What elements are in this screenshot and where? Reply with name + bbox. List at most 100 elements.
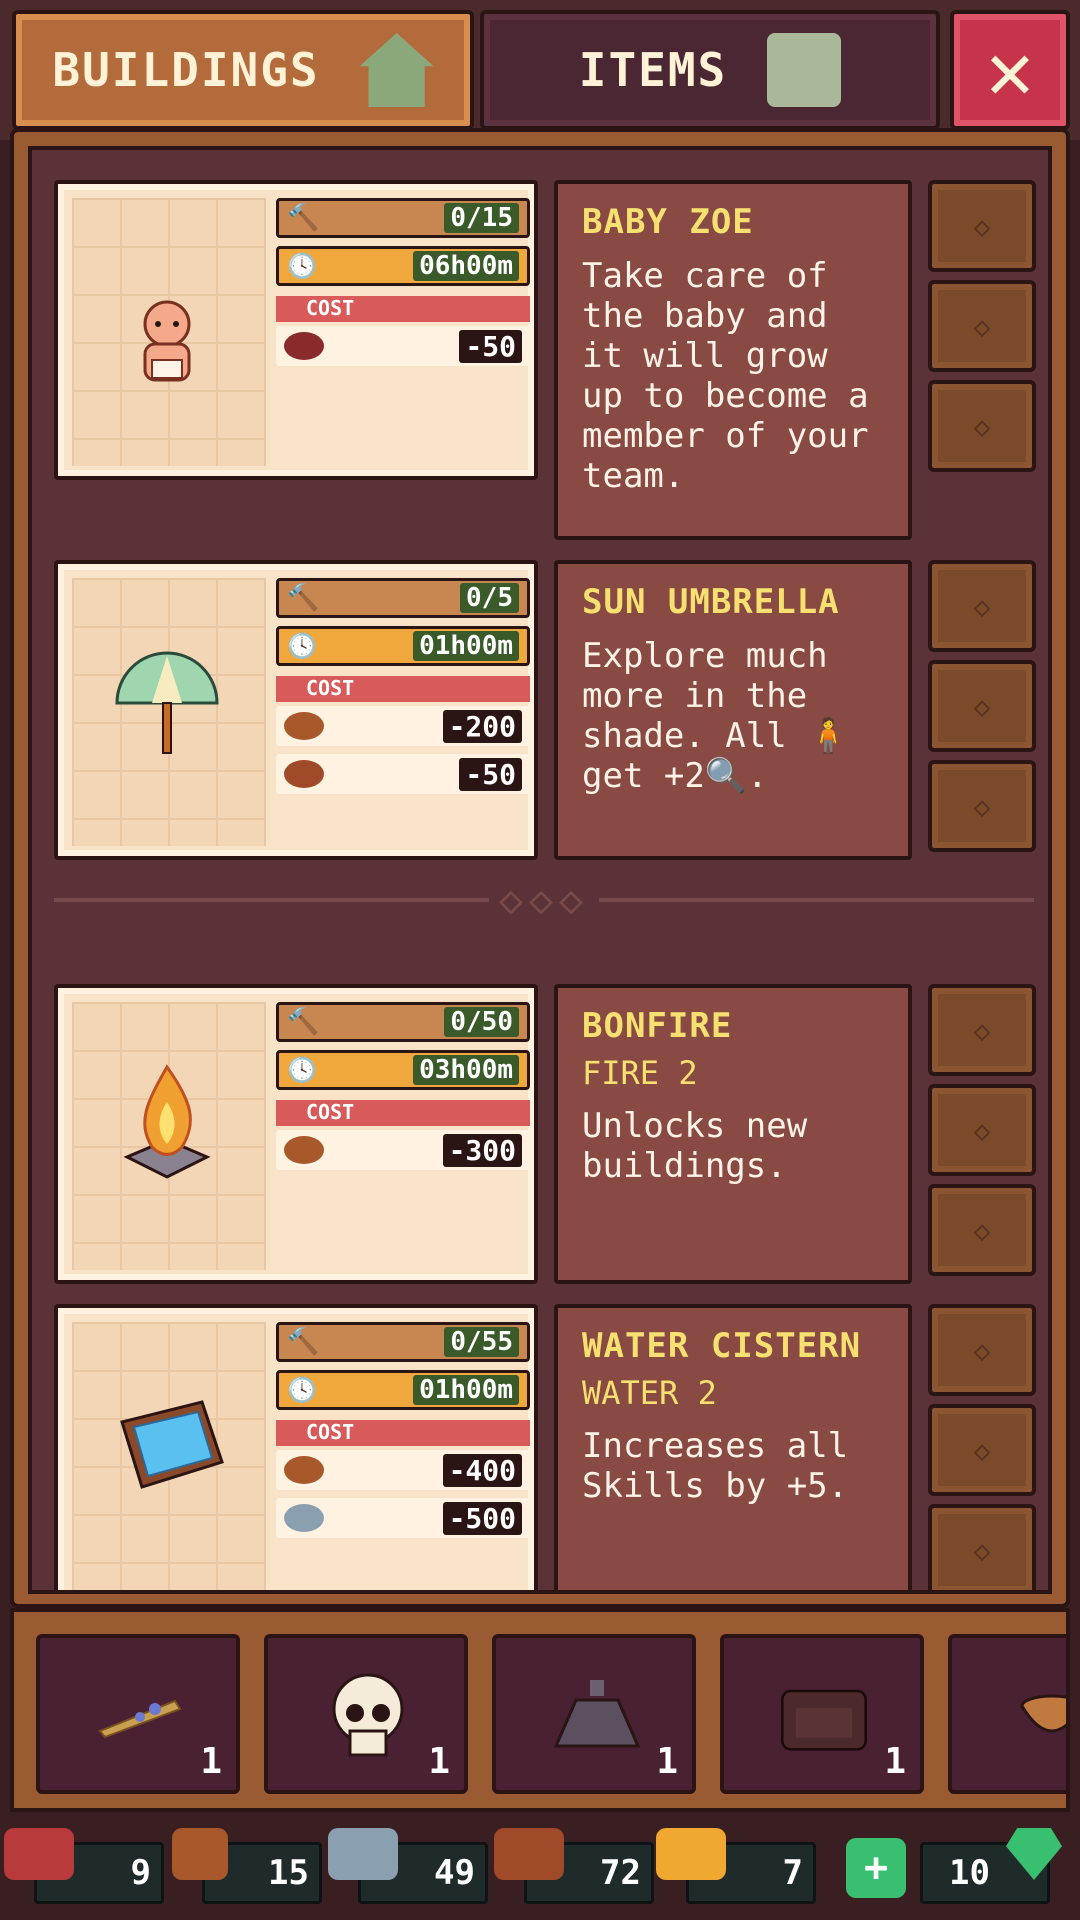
backpack-icon [767,33,842,107]
build-progress: 🔨 0/15 [276,198,530,238]
close-button[interactable]: ✕ [950,10,1070,130]
building-description: Take care of the baby and it will grow u… [582,256,869,496]
tab-buildings[interactable]: BUILDINGS [12,10,474,130]
skull-icon [318,1666,418,1766]
slot[interactable]: ◇ [928,1504,1036,1590]
resource-log: 15 [172,1828,322,1904]
rope-icon [494,1828,564,1880]
build-grid [72,1002,266,1270]
slot[interactable]: ◇ [928,760,1036,852]
item-count: 1 [200,1741,222,1782]
herb-bundle-icon [90,1666,190,1766]
cost-value: -50 [459,329,522,363]
top-tab-bar: BUILDINGS ITEMS ✕ [0,0,1080,140]
meat-icon [4,1828,74,1880]
cost-label: COST [276,1420,530,1446]
building-info: BONFIRE FIRE 2 Unlocks new buildings. [554,984,912,1284]
section-divider: ◇◇◇ [54,877,1034,923]
cost-label: COST [276,676,530,702]
cost-label: COST [276,1100,530,1126]
slot[interactable]: ◇ [928,280,1036,372]
buildings-list[interactable]: 🔨 0/15 🕓 06h00m COST -50 BABY ZOE Take c… [28,146,1052,1594]
hammer-icon: 🔨 [287,1007,320,1037]
building-slots: ◇ ◇ ◇ [928,560,1036,860]
hammer-icon: 🔨 [287,583,320,613]
building-info: BABY ZOE Take care of the baby and it wi… [554,180,912,540]
clock-icon: 🕓 [287,252,317,280]
building-preview: 🔨 0/55 🕓 01h00m COST -400 -500 [54,1304,538,1590]
cost-value: -400 [442,1453,522,1487]
build-progress: 🔨 0/55 [276,1322,530,1362]
bowl-icon [1002,1666,1066,1766]
resource-bar: 9 15 49 72 7 + 10 [0,1812,1080,1920]
building-subtitle: WATER 2 [582,1374,717,1412]
add-gems-button[interactable]: + [846,1828,906,1904]
cost-value: -50 [459,757,522,791]
item-count: 1 [656,1741,678,1782]
inventory-slot[interactable]: 1 [720,1634,924,1794]
slot[interactable]: ◇ [928,380,1036,472]
slot[interactable]: ◇ [928,1084,1036,1176]
build-progress: 🔨 0/5 [276,578,530,618]
resource-gems: 10 [920,1828,1070,1904]
resource-stone: 49 [328,1828,488,1904]
progress-value: 0/5 [460,583,519,613]
build-time: 🕓 06h00m [276,246,530,286]
cost-value: -300 [442,1133,522,1167]
cost-row: -200 [276,706,530,746]
baby-icon [112,288,222,398]
resource-rope: 72 [494,1828,654,1904]
log-icon [172,1828,228,1880]
resource-meat: 9 [4,1828,164,1904]
building-preview: 🔨 0/5 🕓 01h00m COST -200 -50 [54,560,538,860]
build-progress: 🔨 0/50 [276,1002,530,1042]
time-value: 03h00m [413,1055,519,1085]
slot[interactable]: ◇ [928,560,1036,652]
item-count: 1 [428,1741,450,1782]
cost-row: -50 [276,754,530,794]
resource-gold: 7 [656,1828,816,1904]
item-count: 1 [884,1741,906,1782]
time-value: 01h00m [413,1375,519,1405]
armchair-icon [774,1666,874,1766]
buildings-panel: 🔨 0/15 🕓 06h00m COST -50 BABY ZOE Take c… [10,128,1070,1608]
slot[interactable]: ◇ [928,1184,1036,1276]
slot[interactable]: ◇ [928,180,1036,272]
inventory-strip[interactable]: 1 1 1 1 [10,1608,1070,1812]
inventory-slot[interactable]: 1 [264,1634,468,1794]
hammer-icon: 🔨 [287,203,320,233]
slot[interactable]: ◇ [928,660,1036,752]
inventory-slot[interactable] [948,1634,1066,1794]
cost-row: -50 [276,326,530,366]
build-time: 🕓 01h00m [276,626,530,666]
inventory-slot[interactable]: 1 [36,1634,240,1794]
progress-value: 0/50 [444,1007,519,1037]
building-preview: 🔨 0/50 🕓 03h00m COST -300 [54,984,538,1284]
building-title: BABY ZOE [582,202,754,242]
building-title: WATER CISTERN [582,1326,862,1366]
hammer-icon: 🔨 [287,1327,320,1357]
log-icon [284,712,324,740]
tab-items[interactable]: ITEMS [480,10,940,130]
inventory-slot[interactable]: 1 [492,1634,696,1794]
cost-value: -500 [442,1501,522,1535]
build-time: 🕓 03h00m [276,1050,530,1090]
cost-row: -300 [276,1130,530,1170]
slot[interactable]: ◇ [928,984,1036,1076]
building-description: Explore much more in the shade. All 🧍 ge… [582,636,850,796]
clock-icon: 🕓 [287,632,317,660]
building-title: SUN UMBRELLA [582,582,840,622]
umbrella-icon [112,648,222,758]
house-icon [359,33,434,107]
slot[interactable]: ◇ [928,1404,1036,1496]
build-time: 🕓 01h00m [276,1370,530,1410]
cost-row: -400 [276,1450,530,1490]
slot[interactable]: ◇ [928,1304,1036,1396]
building-description: Increases all Skills by +5. [582,1426,849,1506]
build-grid [72,578,266,846]
building-description: Unlocks new buildings. [582,1106,808,1186]
cost-label: COST [276,296,530,322]
cistern-icon [112,1392,224,1502]
log-icon [284,1136,324,1164]
cost-row: -500 [276,1498,530,1538]
